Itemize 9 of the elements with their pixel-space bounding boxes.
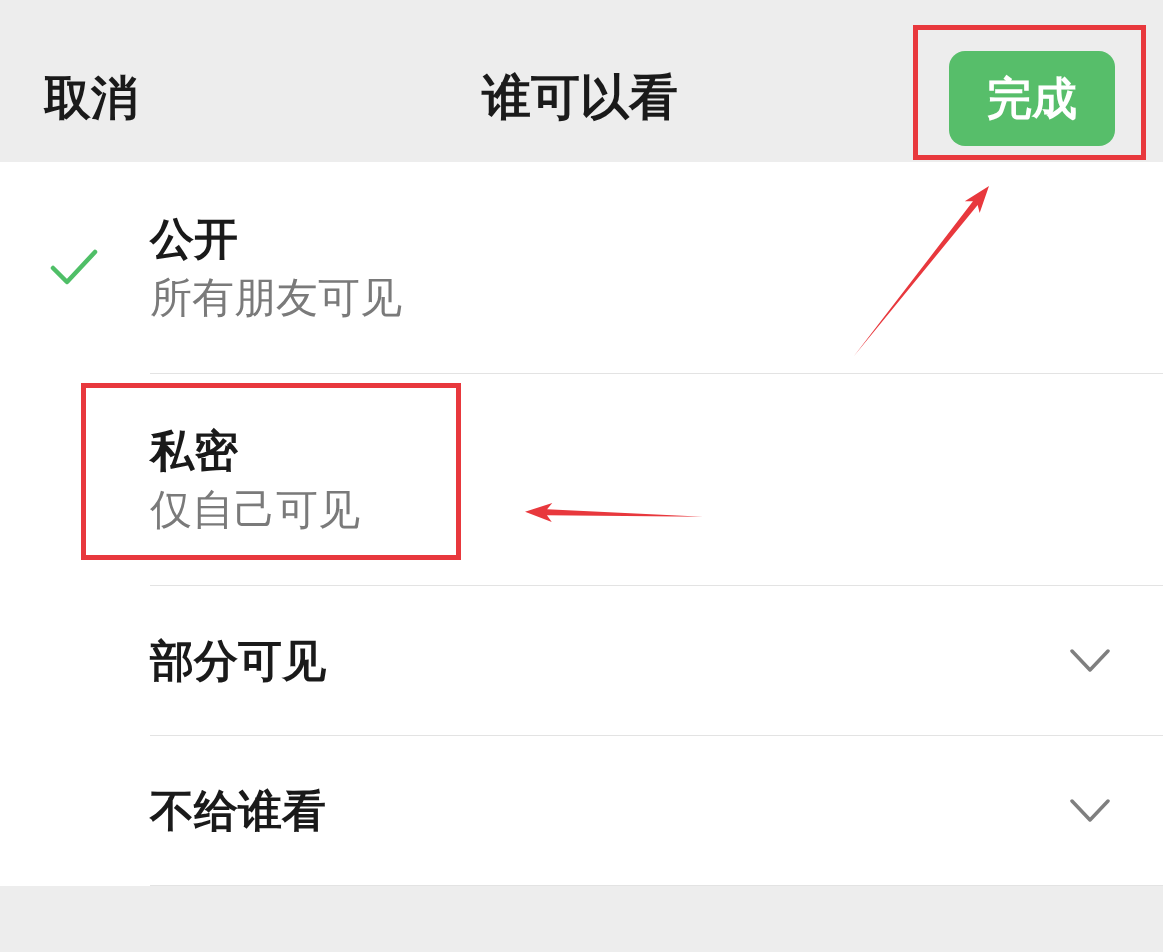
option-title: 公开 xyxy=(150,211,238,266)
option-subtitle: 所有朋友可见 xyxy=(150,271,402,324)
option-subtitle: 仅自己可见 xyxy=(150,483,360,536)
option-title: 部分可见 xyxy=(150,634,326,688)
cancel-button[interactable]: 取消 xyxy=(44,69,138,127)
checkmark-icon xyxy=(50,249,98,287)
option-title: 不给谁看 xyxy=(150,784,326,838)
screen-title: 谁可以看 xyxy=(481,68,678,128)
option-title: 私密 xyxy=(150,423,238,478)
